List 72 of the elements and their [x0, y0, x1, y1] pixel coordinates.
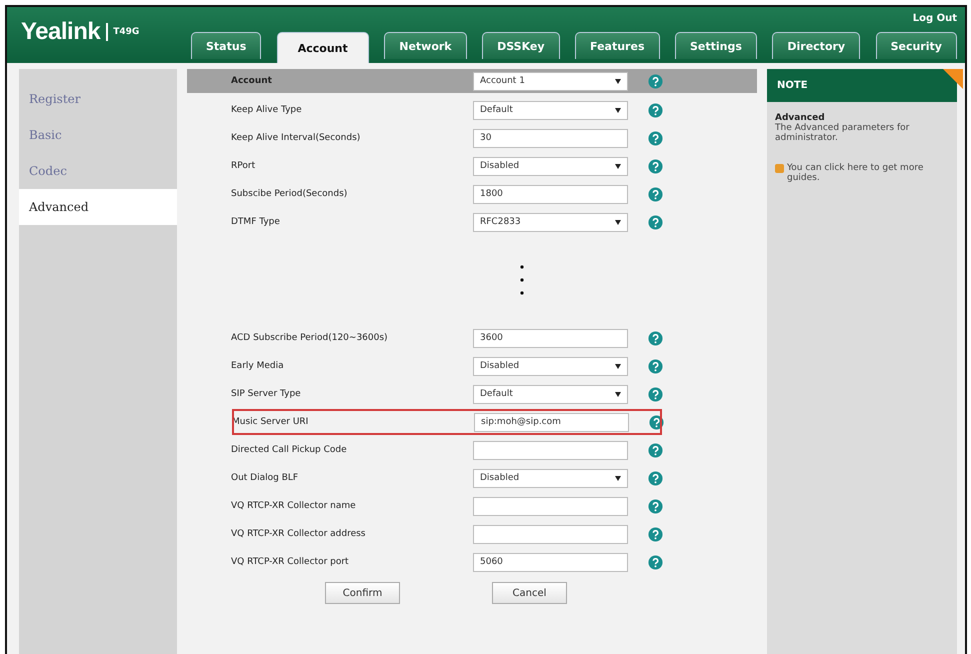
- input-field[interactable]: [473, 496, 628, 516]
- help-icon[interactable]: [648, 442, 663, 458]
- field-label: DTMF Type: [231, 217, 281, 227]
- input-field[interactable]: [473, 524, 628, 544]
- field-label: Keep Alive Type: [231, 105, 303, 115]
- field-label: VQ RTCP-XR Collector address: [231, 529, 366, 539]
- input-field[interactable]: 30: [473, 128, 628, 148]
- help-icon[interactable]: [648, 186, 663, 202]
- input-field[interactable]: 3600: [473, 328, 628, 348]
- nav-tab[interactable]: Network: [384, 32, 467, 59]
- caret-icon: [615, 220, 621, 224]
- caret-icon: [615, 364, 621, 368]
- help-icon[interactable]: [649, 414, 664, 430]
- field-label: Out Dialog BLF: [231, 473, 300, 483]
- caret-icon: [615, 78, 621, 84]
- help-icon[interactable]: [648, 102, 663, 118]
- field-label: ACD Subscribe Period(120~3600s): [231, 333, 389, 343]
- nav-tab[interactable]: Settings: [674, 32, 757, 59]
- field-label: VQ RTCP-XR Collector port: [231, 557, 350, 567]
- input-field[interactable]: [473, 440, 628, 460]
- nav-tab[interactable]: Security: [876, 32, 957, 59]
- nav-tab[interactable]: Directory: [772, 32, 860, 59]
- dropdown-field[interactable]: Disabled: [473, 356, 628, 376]
- caret-icon: [615, 392, 621, 396]
- field-label: Subscibe Period(Seconds): [231, 189, 348, 199]
- field-label: RPort: [231, 161, 256, 171]
- input-field[interactable]: sip:moh@sip.com: [474, 412, 629, 432]
- ellipsis-icon: [520, 265, 524, 295]
- help-icon[interactable]: [648, 554, 663, 570]
- nav-tab[interactable]: Account: [276, 32, 369, 63]
- logout-link[interactable]: Log Out: [912, 13, 957, 24]
- caret-icon: [615, 108, 621, 112]
- corner-flag-icon: [943, 69, 963, 89]
- field-label: Account: [231, 76, 273, 86]
- dropdown-field[interactable]: RFC2833: [473, 212, 628, 232]
- help-icon[interactable]: [648, 386, 663, 402]
- help-icon[interactable]: [648, 498, 663, 514]
- help-icon[interactable]: [648, 130, 663, 146]
- note-title: NOTE: [767, 69, 957, 102]
- confirm-button[interactable]: Confirm: [325, 582, 400, 604]
- dropdown-field[interactable]: Disabled: [473, 468, 628, 488]
- dropdown-field[interactable]: Account 1: [473, 72, 628, 90]
- help-icon[interactable]: [648, 74, 663, 88]
- input-field[interactable]: 5060: [473, 552, 628, 572]
- nav-tab[interactable]: Features: [575, 32, 660, 59]
- help-icon[interactable]: [648, 526, 663, 542]
- note-heading: Advanced: [774, 112, 826, 123]
- dropdown-field[interactable]: Default: [473, 100, 628, 120]
- dropdown-field[interactable]: Default: [473, 384, 628, 404]
- guide-icon: [775, 164, 784, 173]
- field-label: SIP Server Type: [231, 389, 302, 399]
- logo: Yealink: [21, 18, 100, 46]
- dropdown-field[interactable]: Disabled: [473, 156, 628, 176]
- guide-link[interactable]: You can click here to get more guides.: [787, 163, 949, 183]
- help-icon[interactable]: [648, 214, 663, 230]
- note-text: The Advanced parameters for administrator.: [774, 123, 910, 143]
- sidebar-item[interactable]: Advanced: [19, 189, 177, 225]
- caret-icon: [615, 476, 621, 480]
- nav-tab[interactable]: DSSKey: [482, 32, 560, 59]
- help-icon[interactable]: [648, 330, 663, 346]
- nav-tab[interactable]: Status: [191, 32, 262, 59]
- help-icon[interactable]: [648, 470, 663, 486]
- field-label: Early Media: [231, 361, 285, 371]
- help-icon[interactable]: [648, 158, 663, 174]
- field-label: Keep Alive Interval(Seconds): [231, 133, 362, 143]
- field-label: VQ RTCP-XR Collector name: [231, 501, 357, 511]
- cancel-button[interactable]: Cancel: [492, 582, 567, 604]
- model-label: T49G: [106, 23, 140, 41]
- caret-icon: [615, 164, 621, 168]
- field-label: Directed Call Pickup Code: [231, 445, 348, 455]
- input-field[interactable]: 1800: [473, 184, 628, 204]
- help-icon[interactable]: [648, 358, 663, 374]
